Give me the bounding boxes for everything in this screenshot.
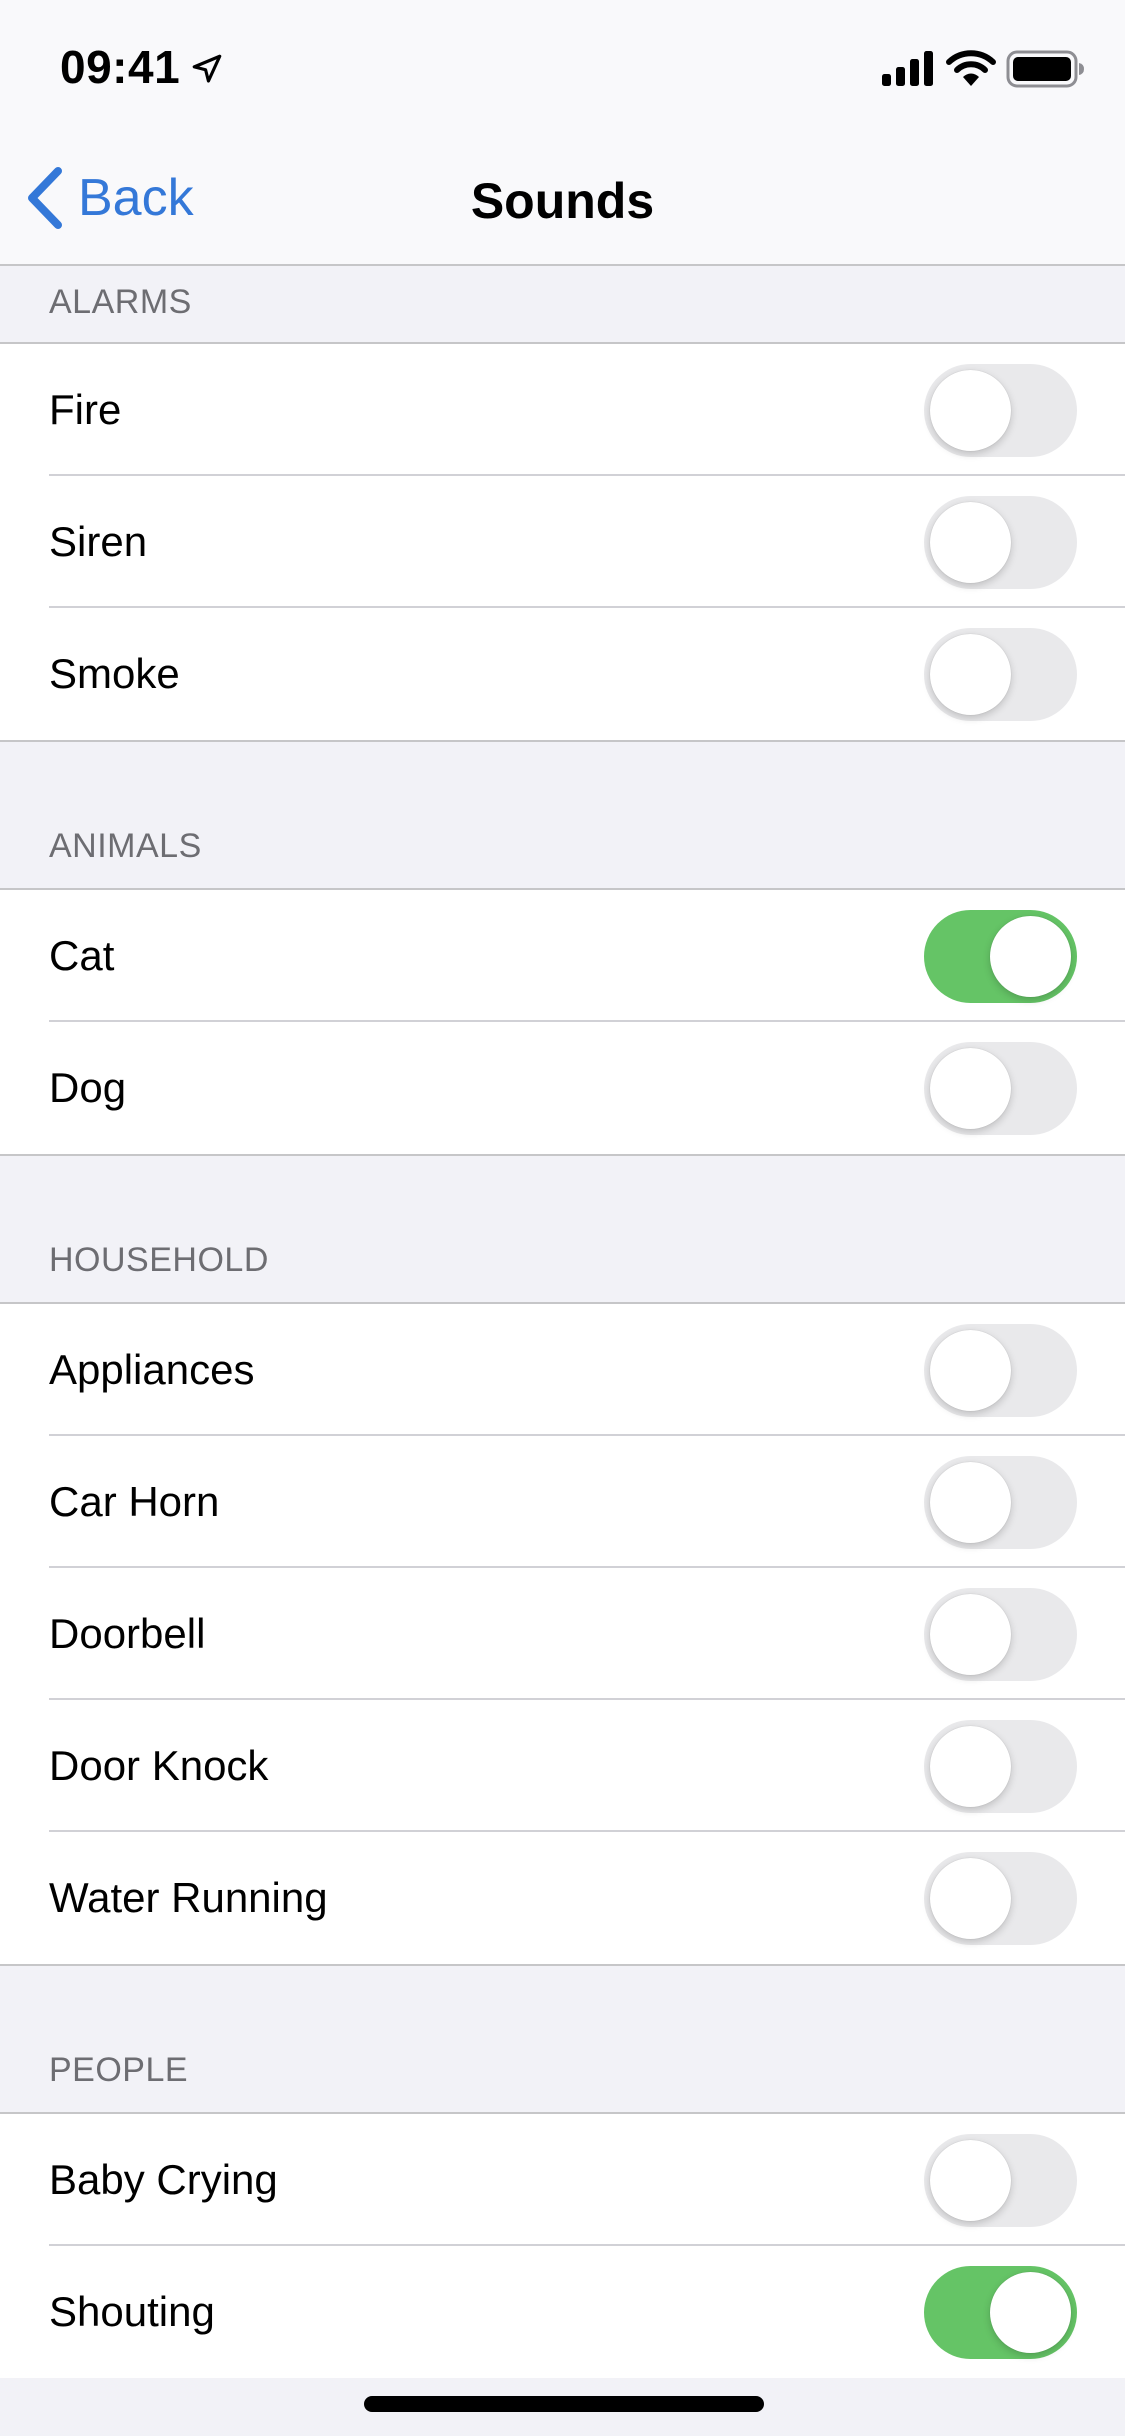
wifi-icon <box>946 50 996 86</box>
list-item-label: Siren <box>49 518 148 565</box>
list-item-label: Baby Crying <box>49 2156 278 2203</box>
list-item-cat: Cat <box>0 890 1125 1022</box>
section-header-household: HOUSEHOLD <box>0 1154 1125 1304</box>
battery-icon <box>1006 50 1084 88</box>
section-header-label: HOUSEHOLD <box>49 1241 269 1279</box>
section-header-alarms: ALARMS <box>0 266 1125 344</box>
toggle-switch[interactable] <box>924 910 1077 1003</box>
toggle-knob <box>930 2140 1011 2221</box>
location-arrow-icon <box>192 54 222 83</box>
section-header-animals: ANIMALS <box>0 740 1125 890</box>
list-item-door-knock: Door Knock <box>0 1700 1125 1832</box>
toggle-knob <box>930 502 1011 583</box>
list-item-label: Cat <box>49 932 115 979</box>
list-item-water-running: Water Running <box>0 1832 1125 1964</box>
toggle-knob <box>930 370 1011 451</box>
section-header-label: ALARMS <box>49 283 192 321</box>
toggle-switch[interactable] <box>924 2266 1077 2359</box>
toggle-switch[interactable] <box>924 364 1077 457</box>
list-item-label: Shouting <box>49 2288 215 2335</box>
list-item-label: Fire <box>49 386 122 433</box>
list-item-car-horn: Car Horn <box>0 1436 1125 1568</box>
list-item-label: Smoke <box>49 650 180 697</box>
toggle-switch[interactable] <box>924 1456 1077 1549</box>
toggle-knob <box>930 634 1011 715</box>
toggle-switch[interactable] <box>924 1588 1077 1681</box>
list-item-appliances: Appliances <box>0 1304 1125 1436</box>
list-item-doorbell: Doorbell <box>0 1568 1125 1700</box>
list-item-label: Water Running <box>49 1874 328 1921</box>
section-header-label: ANIMALS <box>49 827 202 865</box>
home-indicator[interactable] <box>364 2396 764 2412</box>
toggle-switch[interactable] <box>924 1042 1077 1135</box>
toggle-knob <box>990 916 1071 997</box>
toggle-switch[interactable] <box>924 1720 1077 1813</box>
toggle-knob <box>930 1858 1011 1939</box>
toggle-switch[interactable] <box>924 496 1077 589</box>
toggle-knob <box>990 2272 1071 2353</box>
list-item-label: Car Horn <box>49 1478 220 1525</box>
settings-list: ALARMS Fire Siren Smoke ANIMALS Cat Dog HOUSEHO… <box>0 266 1125 2378</box>
toggle-knob <box>930 1594 1011 1675</box>
toggle-knob <box>930 1048 1011 1129</box>
list-item-baby-crying: Baby Crying <box>0 2114 1125 2246</box>
list-item-label: Door Knock <box>49 1742 269 1789</box>
navigation-bar: Back Sounds <box>0 132 1125 266</box>
list-item-fire: Fire <box>0 344 1125 476</box>
toggle-knob <box>930 1330 1011 1411</box>
toggle-switch[interactable] <box>924 1852 1077 1945</box>
list-item-dog: Dog <box>0 1022 1125 1154</box>
list-item-smoke: Smoke <box>0 608 1125 740</box>
page-title: Sounds <box>470 173 655 229</box>
toggle-switch[interactable] <box>924 2134 1077 2227</box>
section-header-people: PEOPLE <box>0 1964 1125 2114</box>
toggle-switch[interactable] <box>924 628 1077 721</box>
list-item-shouting: Shouting <box>0 2246 1125 2378</box>
toggle-switch[interactable] <box>924 1324 1077 1417</box>
status-time: 09:41 <box>60 41 181 93</box>
list-item-label: Doorbell <box>49 1610 206 1657</box>
cellular-signal-icon <box>882 51 933 86</box>
list-item-siren: Siren <box>0 476 1125 608</box>
section-header-label: PEOPLE <box>49 2051 189 2089</box>
list-item-label: Dog <box>49 1064 127 1111</box>
list-item-label: Appliances <box>49 1346 255 1393</box>
toggle-knob <box>930 1462 1011 1543</box>
status-bar: 09:41 <box>0 0 1125 132</box>
toggle-knob <box>930 1726 1011 1807</box>
